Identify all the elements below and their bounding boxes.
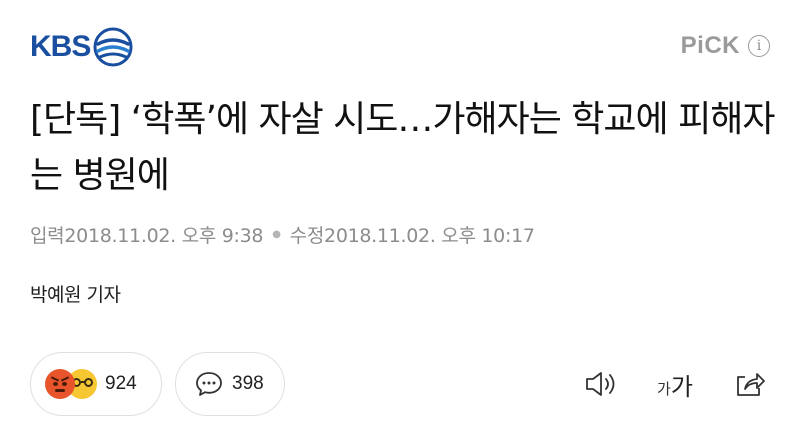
- published-time: 2018.11.02. 오후 9:38: [64, 225, 264, 247]
- share-icon: [737, 373, 765, 396]
- kbs-swirl-icon: [93, 27, 133, 67]
- updated-label: 수정: [289, 225, 325, 247]
- info-icon[interactable]: i: [748, 35, 770, 57]
- font-size-small-icon: 가: [657, 379, 671, 398]
- header: KBS PiCK i: [0, 0, 800, 90]
- reactions-button[interactable]: 924: [30, 352, 162, 416]
- audio-button[interactable]: [581, 366, 621, 402]
- font-size-large-icon: 가: [670, 372, 693, 401]
- font-size-button[interactable]: 가 가: [650, 366, 700, 402]
- pick-label: PiCK: [680, 32, 740, 59]
- article-title: [단독] ‘학폭’에 자살 시도…가해자는 학교에 피해자는 병원에: [30, 99, 775, 196]
- logo-text: KBS: [30, 30, 91, 63]
- kbs-logo[interactable]: KBS: [30, 27, 134, 67]
- angry-emoji-icon: [45, 369, 75, 399]
- comments-button[interactable]: 398: [175, 352, 285, 416]
- action-bar: 924 398 가 가: [30, 352, 775, 420]
- speaker-icon: [586, 372, 615, 396]
- reporter-name[interactable]: 박예원 기자: [30, 280, 121, 307]
- comment-count: 398: [232, 373, 264, 394]
- article-meta: 입력 2018.11.02. 오후 9:38 ● 수정 2018.11.02. …: [30, 221, 535, 248]
- updated-time: 2018.11.02. 오후 10:17: [324, 225, 535, 247]
- share-button[interactable]: [730, 366, 770, 402]
- speech-bubble-icon: [196, 372, 222, 396]
- meta-separator: ●: [272, 229, 281, 240]
- pick-badge[interactable]: PiCK i: [681, 32, 770, 60]
- published-label: 입력: [30, 225, 65, 247]
- reaction-count: 924: [105, 373, 137, 394]
